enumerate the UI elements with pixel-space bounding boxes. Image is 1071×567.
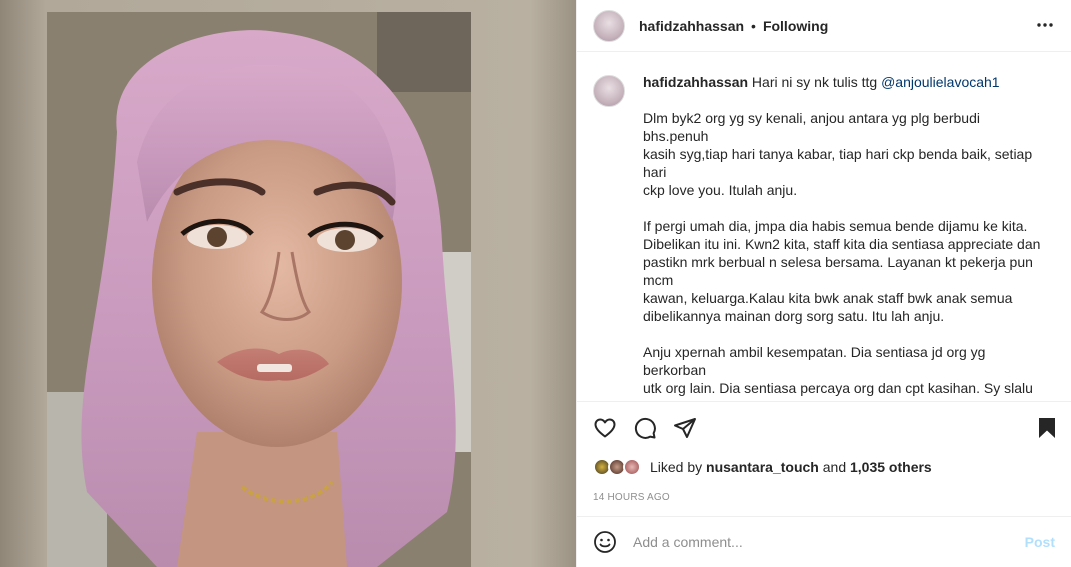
post-dialog: hafidzahhassan • Following hafidzahhassa… xyxy=(0,0,1071,567)
comment-bar: Post xyxy=(577,516,1071,567)
share-icon xyxy=(674,418,696,438)
caption-paragraph: Anju xpernah ambil kesempatan. Dia senti… xyxy=(643,344,1033,401)
comment-button[interactable] xyxy=(633,416,657,440)
portrait-image xyxy=(47,12,471,567)
post-photo[interactable] xyxy=(47,12,471,567)
post-header: hafidzahhassan • Following xyxy=(577,0,1071,52)
likes-conjunction: and xyxy=(822,459,847,475)
caption-paragraph: Dlm byk2 org yg sy kenali, anjou antara … xyxy=(643,110,1033,198)
heart-icon xyxy=(594,418,616,438)
caption-username[interactable]: hafidzahhassan xyxy=(643,74,748,90)
post-side-panel: hafidzahhassan • Following hafidzahhassa… xyxy=(576,0,1071,567)
bookmark-icon xyxy=(1039,418,1055,438)
like-button[interactable] xyxy=(593,416,617,440)
caption: hafidzahhassan Hari ni sy nk tulis ttg @… xyxy=(593,73,1055,401)
post-comment-button[interactable]: Post xyxy=(1025,534,1055,550)
likes-text: Liked by nusantara_touch and 1,035 other… xyxy=(650,459,932,475)
smiley-icon xyxy=(594,531,616,553)
likes-count-link[interactable]: 1,035 others xyxy=(850,459,932,475)
share-button[interactable] xyxy=(673,416,697,440)
liker-avatar xyxy=(623,458,641,476)
post-actions: Liked by nusantara_touch and 1,035 other… xyxy=(577,401,1071,516)
caption-paragraph: If pergi umah dia, jmpa dia habis semua … xyxy=(643,218,1041,324)
caption-intro: Hari ni sy nk tulis ttg xyxy=(751,74,878,90)
comment-input[interactable] xyxy=(633,534,1025,550)
liker-avatars[interactable] xyxy=(593,456,643,478)
post-media xyxy=(0,0,576,567)
caption-mention-link[interactable]: @anjoulielavocah1 xyxy=(881,74,1000,90)
caption-intro-line: hafidzahhassan Hari ni sy nk tulis ttg @… xyxy=(643,73,1043,91)
likes-prefix: Liked by xyxy=(650,459,703,475)
likes-summary: Liked by nusantara_touch and 1,035 other… xyxy=(593,456,1055,478)
author-avatar[interactable] xyxy=(593,9,625,42)
liker-username-link[interactable]: nusantara_touch xyxy=(706,459,819,475)
caption-author-avatar[interactable] xyxy=(593,75,625,107)
following-button[interactable]: Following xyxy=(763,18,828,34)
more-options-button[interactable] xyxy=(1033,13,1057,37)
emoji-button[interactable] xyxy=(593,530,617,554)
post-timestamp[interactable]: 14 HOURS AGO xyxy=(593,492,1055,503)
caption-section: hafidzahhassan Hari ni sy nk tulis ttg @… xyxy=(577,53,1071,401)
save-button[interactable] xyxy=(1035,416,1059,440)
more-horizontal-icon xyxy=(1037,23,1053,27)
action-icons xyxy=(593,402,1055,454)
comment-icon xyxy=(634,417,656,439)
caption-text: hafidzahhassan Hari ni sy nk tulis ttg @… xyxy=(643,73,1043,401)
separator-dot: • xyxy=(751,17,756,34)
author-username[interactable]: hafidzahhassan xyxy=(639,18,744,34)
